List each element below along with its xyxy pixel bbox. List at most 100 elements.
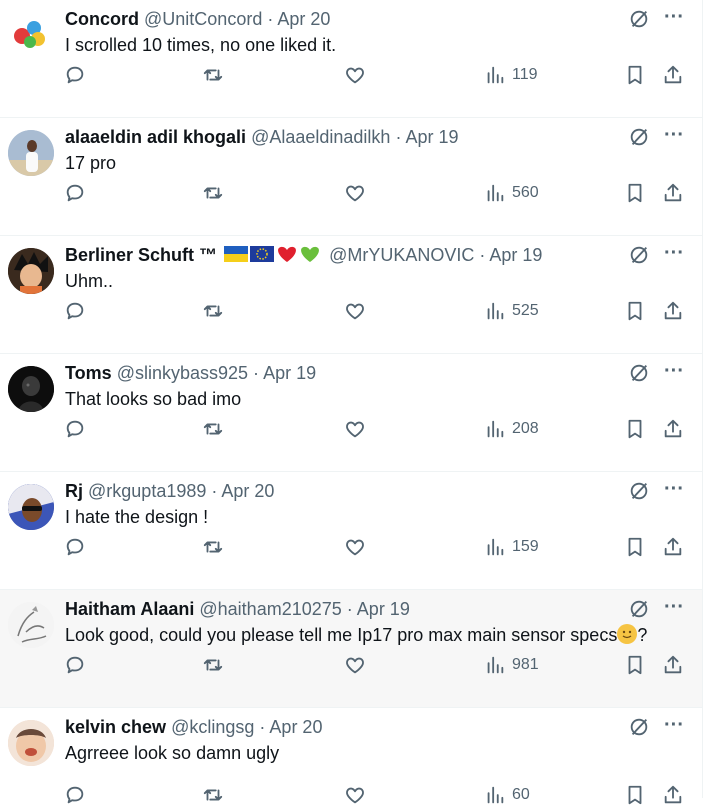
reply-button[interactable] [64,298,86,324]
avatar[interactable] [8,602,54,648]
heart-icon [346,185,364,202]
bookmark-button[interactable] [624,62,646,88]
grok-icon[interactable] [628,716,650,738]
tweet[interactable]: alaaeldin adil khogali @Alaaeldinadilkh … [0,118,702,236]
bookmark-icon [628,183,642,203]
retweet-button[interactable] [202,180,224,206]
grok-icon[interactable] [628,126,650,148]
avatar[interactable] [8,12,54,58]
retweet-button[interactable] [202,298,224,324]
share-button[interactable] [662,782,684,808]
grok-icon[interactable] [628,480,650,502]
avatar[interactable] [8,130,54,176]
share-button[interactable] [662,416,684,442]
more-options-icon[interactable]: ··· [664,596,684,619]
bookmark-button[interactable] [624,416,646,442]
avatar[interactable] [8,484,54,530]
user-handle[interactable]: @rkgupta1989 [88,481,206,501]
tweet-date[interactable]: Apr 19 [405,127,458,147]
more-options-icon[interactable]: ··· [664,242,684,265]
grok-icon[interactable] [628,8,650,30]
bookmark-icon [628,537,642,557]
like-button[interactable] [344,298,366,324]
views-button[interactable]: 208 [484,416,539,442]
bookmark-button[interactable] [624,180,646,206]
tweet[interactable]: kelvin chew @kclingsg · Apr 20 ··· Agrre… [0,708,702,805]
reply-button[interactable] [64,534,86,560]
tweet[interactable]: Haitham Alaani @haitham210275 · Apr 19 ·… [0,590,702,708]
retweet-button[interactable] [202,782,224,808]
tweet[interactable]: Concord @UnitConcord · Apr 20 ··· I scro… [0,0,702,118]
reply-button[interactable] [64,62,86,88]
share-button[interactable] [662,180,684,206]
more-options-icon[interactable]: ··· [664,360,684,383]
grok-icon[interactable] [628,244,650,266]
views-icon [487,656,504,674]
display-name[interactable]: Toms [65,363,112,383]
views-button[interactable]: 560 [484,180,539,206]
display-name[interactable]: Concord [65,9,139,29]
user-handle[interactable]: @kclingsg [171,717,254,737]
more-options-icon[interactable]: ··· [664,714,684,737]
display-name[interactable]: Berliner Schuft ™ [65,245,217,265]
display-name[interactable]: alaaeldin adil khogali [65,127,246,147]
user-handle[interactable]: @UnitConcord [144,9,262,29]
grok-icon[interactable] [628,598,650,620]
retweet-icon [203,305,223,317]
views-button[interactable]: 525 [484,298,539,324]
share-button[interactable] [662,62,684,88]
avatar[interactable] [8,248,54,294]
tweet[interactable]: Rj @rkgupta1989 · Apr 20 ··· I hate the … [0,472,702,590]
display-name[interactable]: Rj [65,481,83,501]
tweet[interactable]: Berliner Schuft ™ @MrYUKANOVIC · Apr 19 … [0,236,702,354]
views-count: 560 [512,184,539,201]
retweet-button[interactable] [202,534,224,560]
tweet-header: Toms @slinkybass925 · Apr 19 [65,362,622,384]
reply-button[interactable] [64,652,86,678]
user-handle[interactable]: @slinkybass925 [117,363,248,383]
like-button[interactable] [344,782,366,808]
user-handle[interactable]: @haitham210275 [199,599,341,619]
tweet-date[interactable]: Apr 20 [277,9,330,29]
share-button[interactable] [662,652,684,678]
like-button[interactable] [344,62,366,88]
reply-button[interactable] [64,416,86,442]
tweet[interactable]: Toms @slinkybass925 · Apr 19 ··· That lo… [0,354,702,472]
retweet-icon [203,541,223,553]
tweet-date[interactable]: Apr 19 [489,245,542,265]
tweet-date[interactable]: Apr 19 [357,599,410,619]
tweet-date[interactable]: Apr 19 [263,363,316,383]
avatar[interactable] [8,366,54,412]
bookmark-button[interactable] [624,298,646,324]
display-name[interactable]: Haitham Alaani [65,599,194,619]
bookmark-button[interactable] [624,534,646,560]
grok-icon[interactable] [628,362,650,384]
like-button[interactable] [344,652,366,678]
bookmark-button[interactable] [624,782,646,808]
like-button[interactable] [344,416,366,442]
display-name[interactable]: kelvin chew [65,717,166,737]
retweet-button[interactable] [202,416,224,442]
share-icon [664,655,682,674]
views-button[interactable]: 981 [484,652,539,678]
reply-button[interactable] [64,782,86,808]
like-button[interactable] [344,534,366,560]
more-options-icon[interactable]: ··· [664,6,684,29]
retweet-button[interactable] [202,652,224,678]
share-button[interactable] [662,534,684,560]
tweet-date[interactable]: Apr 20 [221,481,274,501]
bookmark-button[interactable] [624,652,646,678]
tweet-date[interactable]: Apr 20 [269,717,322,737]
retweet-button[interactable] [202,62,224,88]
more-options-icon[interactable]: ··· [664,478,684,501]
user-handle[interactable]: @MrYUKANOVIC [329,245,474,265]
like-button[interactable] [344,180,366,206]
reply-button[interactable] [64,180,86,206]
user-handle[interactable]: @Alaaeldinadilkh [251,127,390,147]
more-options-icon[interactable]: ··· [664,124,684,147]
views-button[interactable]: 159 [484,534,539,560]
views-button[interactable]: 60 [484,782,530,808]
share-button[interactable] [662,298,684,324]
views-button[interactable]: 119 [484,62,538,88]
avatar[interactable] [8,720,54,766]
